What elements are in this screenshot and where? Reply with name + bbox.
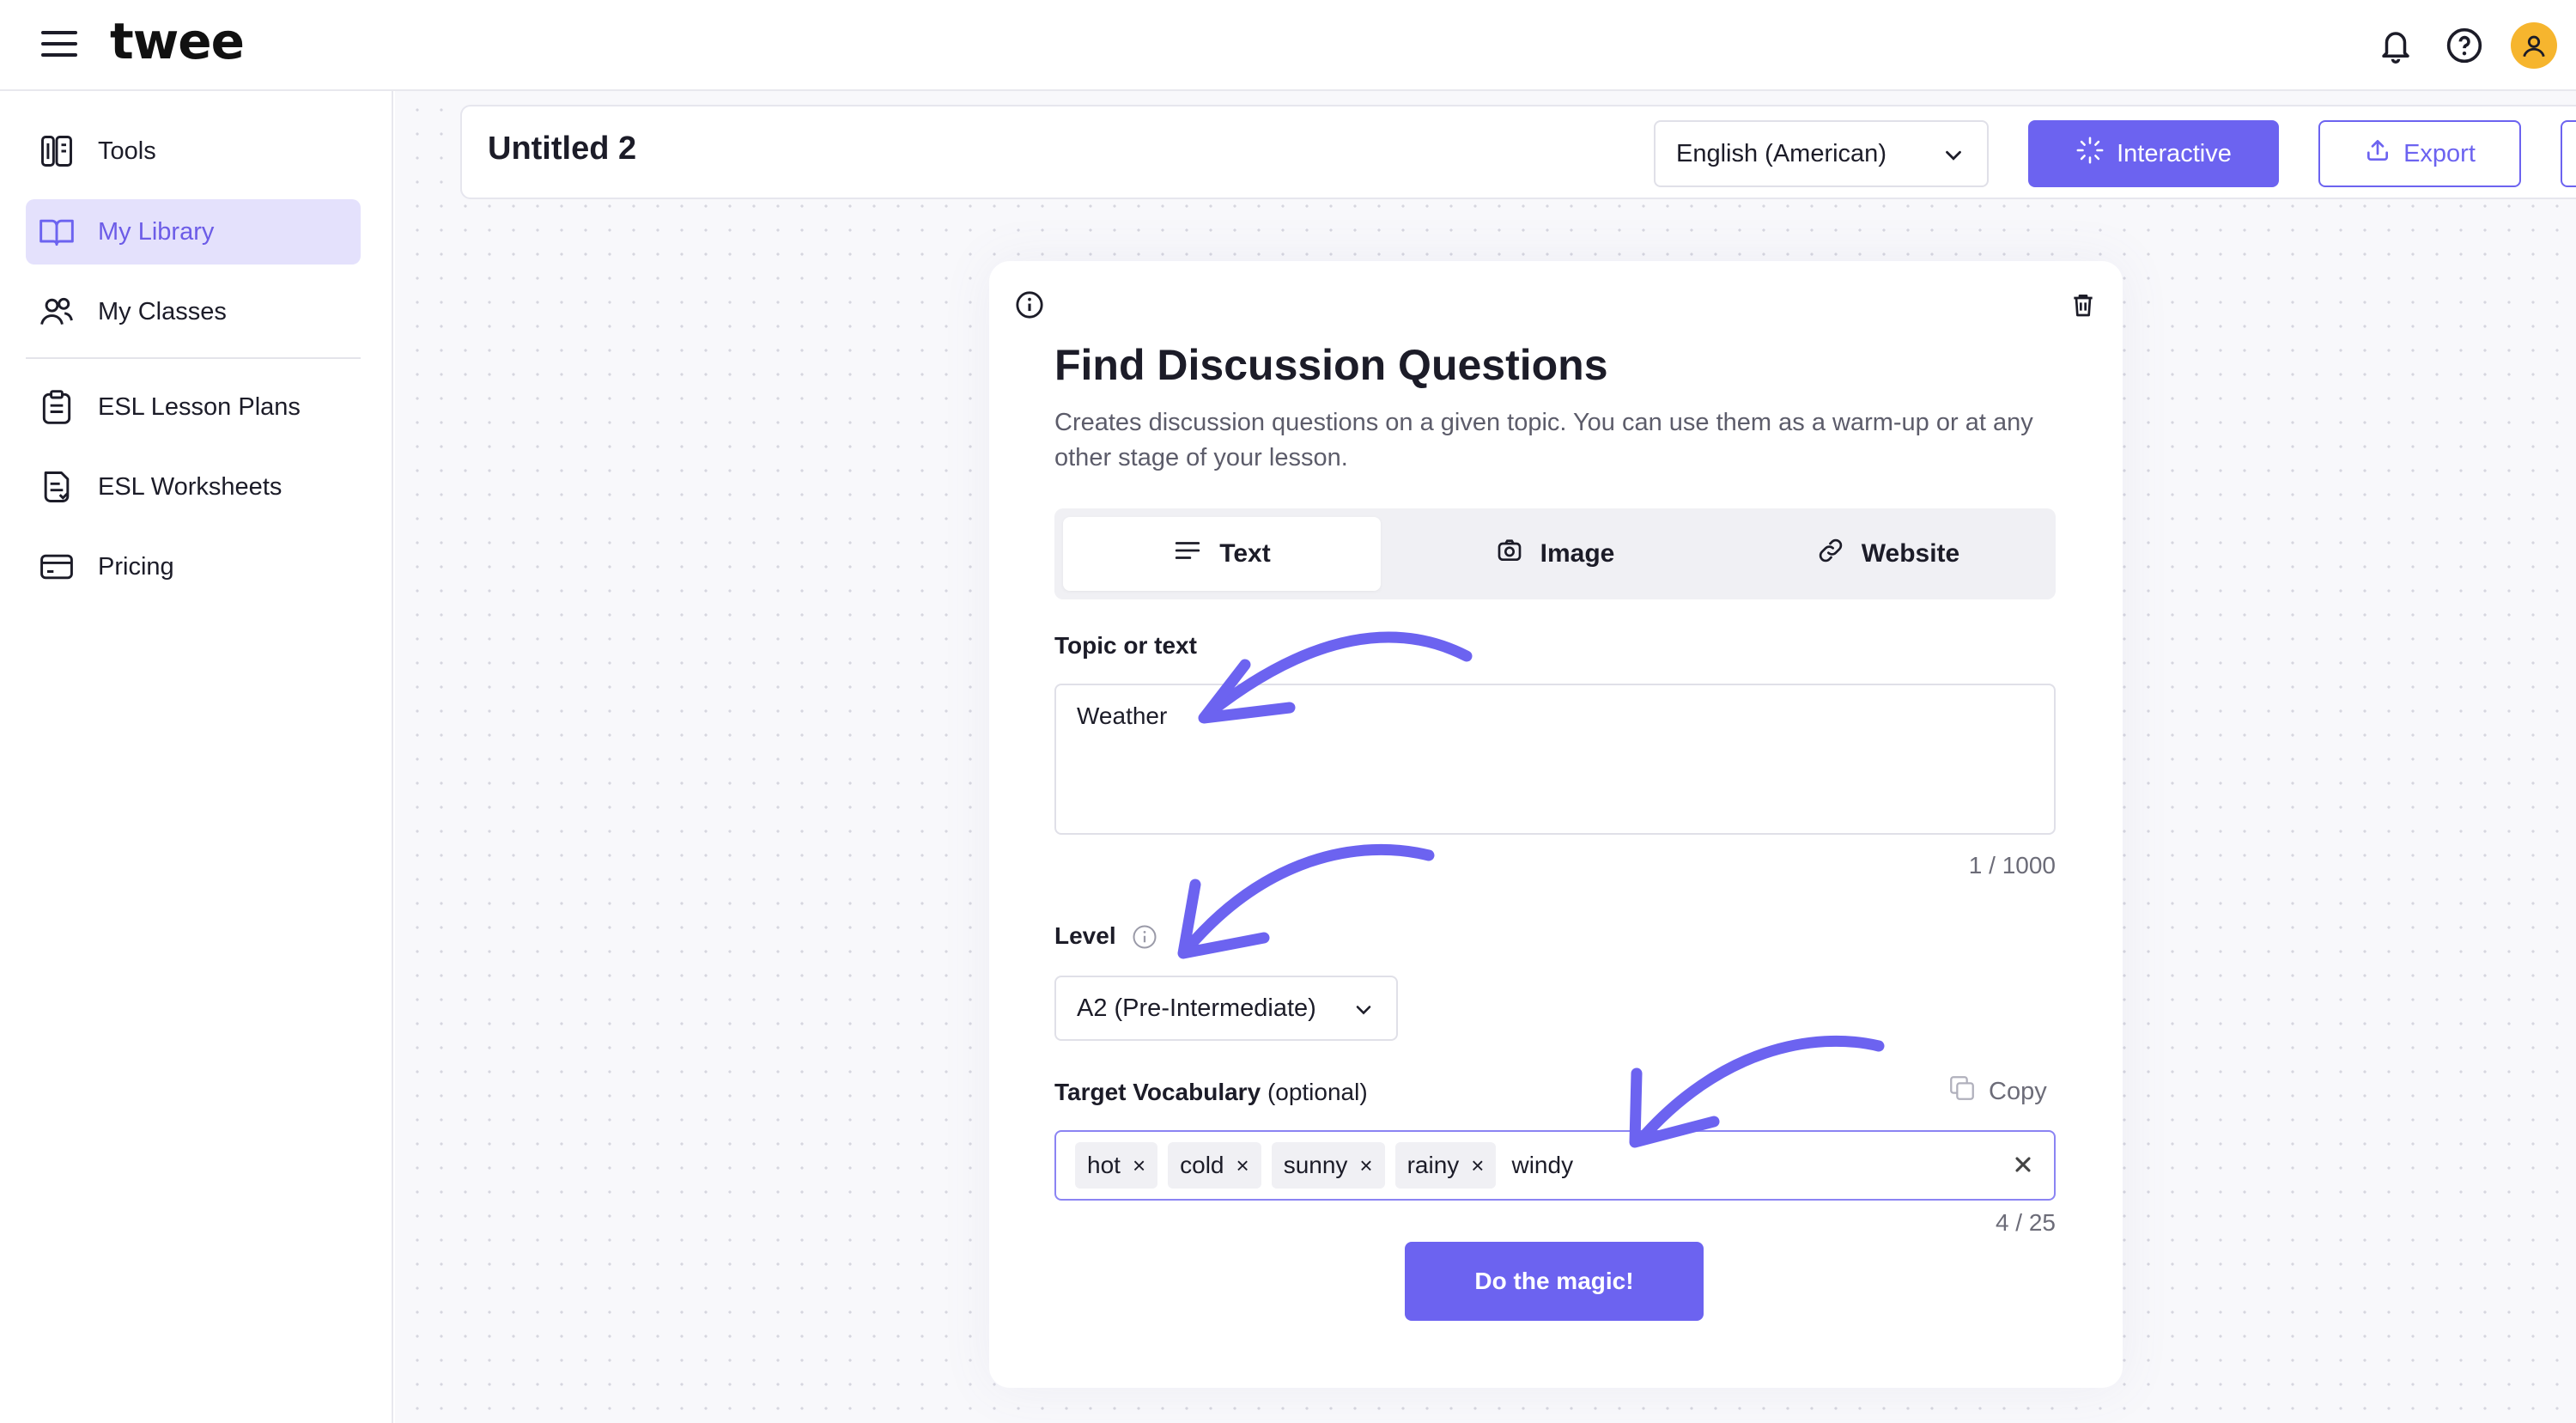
chip-label: cold [1180, 1152, 1224, 1178]
worksheet-icon [38, 468, 76, 506]
tab-label: Website [1861, 539, 1960, 568]
sidebar-item-esl-lesson-plans[interactable]: ESL Lesson Plans [26, 374, 361, 440]
language-select[interactable]: English (American) [1654, 120, 1989, 187]
interactive-button[interactable]: Interactive [2028, 120, 2279, 187]
more-button[interactable] [2561, 120, 2576, 187]
remove-chip-icon[interactable]: × [1471, 1152, 1484, 1179]
do-the-magic-button[interactable]: Do the magic! [1405, 1242, 1704, 1321]
lines-icon [1173, 538, 1202, 570]
level-select[interactable]: A2 (Pre-Intermediate) [1054, 976, 1398, 1041]
level-label-text: Level [1054, 922, 1116, 949]
vocab-optional: (optional) [1267, 1079, 1368, 1105]
sidebar-divider [26, 357, 361, 359]
tools-icon [38, 132, 76, 170]
document-header: Untitled 2 English (American) Interactiv… [460, 105, 2576, 199]
annotation-arrow-icon [1629, 1035, 1885, 1148]
clipboard-icon [38, 388, 76, 426]
info-icon[interactable] [1015, 290, 1044, 324]
card-icon [38, 548, 76, 586]
sidebar-item-my-library[interactable]: My Library [26, 199, 361, 265]
document-title[interactable]: Untitled 2 [488, 131, 636, 167]
sidebar-item-label: My Library [98, 217, 215, 246]
bell-icon[interactable] [2373, 23, 2418, 68]
chip-label: sunny [1283, 1152, 1348, 1178]
sidebar: Tools My Library My Classes ESL Lesson P… [0, 91, 393, 1423]
annotation-arrow-icon [1177, 843, 1435, 959]
vocab-text-input[interactable]: windy [1511, 1152, 1573, 1179]
remove-chip-icon[interactable]: × [1359, 1152, 1372, 1179]
clear-icon[interactable] [2011, 1152, 2035, 1181]
user-avatar-icon[interactable] [2511, 22, 2557, 69]
tab-website[interactable]: Website [1729, 517, 2047, 591]
vocab-label-text: Target Vocabulary [1054, 1079, 1261, 1105]
trash-icon[interactable] [2069, 290, 2097, 324]
topic-counter: 1 / 1000 [1968, 852, 2056, 879]
vocab-chip: rainy × [1394, 1142, 1497, 1189]
sidebar-item-esl-worksheets[interactable]: ESL Worksheets [26, 454, 361, 520]
vocab-chip: sunny × [1271, 1142, 1385, 1189]
app-logo[interactable]: twee [110, 12, 245, 70]
input-type-tabs: Text Image Website [1054, 508, 2056, 599]
level-info-icon[interactable] [1132, 924, 1157, 954]
remove-chip-icon[interactable]: × [1236, 1152, 1249, 1179]
card-description: Creates discussion questions on a given … [1054, 409, 2033, 471]
tab-text[interactable]: Text [1063, 517, 1381, 591]
link-icon [1817, 537, 1844, 571]
sidebar-item-label: Pricing [98, 552, 174, 581]
chip-label: rainy [1406, 1152, 1460, 1178]
remove-chip-icon[interactable]: × [1133, 1152, 1145, 1179]
users-icon [38, 293, 76, 331]
book-icon [38, 213, 76, 251]
chip-label: hot [1087, 1152, 1121, 1178]
sidebar-item-label: Tools [98, 137, 156, 165]
upload-icon [2364, 137, 2391, 171]
top-bar: twee [0, 0, 2576, 91]
copy-icon [1947, 1073, 1977, 1110]
chevron-down-icon [1941, 143, 1966, 175]
chevron-down-icon [1352, 998, 1376, 1029]
sidebar-item-label: ESL Lesson Plans [98, 392, 301, 421]
tool-card: Find Discussion Questions Creates discus… [989, 261, 2123, 1388]
vocab-counter: 4 / 25 [1995, 1209, 2056, 1236]
level-label: Level [1054, 922, 1116, 950]
export-label: Export [2403, 139, 2476, 167]
tab-label: Image [1540, 539, 1615, 568]
vocab-chip: cold × [1168, 1142, 1261, 1189]
language-value: English (American) [1676, 139, 1886, 167]
sidebar-item-label: My Classes [98, 297, 227, 325]
sparkle-icon [2075, 136, 2105, 172]
export-button[interactable]: Export [2318, 120, 2521, 187]
topic-label: Topic or text [1054, 632, 1197, 659]
copy-label: Copy [1989, 1077, 2047, 1105]
copy-button[interactable]: Copy [1947, 1073, 2047, 1110]
topic-value: Weather [1077, 702, 1168, 729]
interactive-label: Interactive [2117, 139, 2232, 167]
vocab-chip: hot × [1075, 1142, 1158, 1189]
menu-icon[interactable] [41, 31, 77, 58]
help-icon[interactable] [2442, 23, 2487, 68]
vocab-label: Target Vocabulary (optional) [1054, 1079, 1368, 1106]
annotation-arrow-icon [1198, 631, 1473, 724]
top-icons [2373, 22, 2557, 69]
vocab-input-box[interactable]: hot × cold × sunny × rainy × windy [1054, 1130, 2056, 1201]
sidebar-item-my-classes[interactable]: My Classes [26, 279, 361, 344]
tab-image[interactable]: Image [1396, 517, 1714, 591]
tab-label: Text [1219, 539, 1271, 568]
level-value: A2 (Pre-Intermediate) [1077, 994, 1316, 1022]
sidebar-item-pricing[interactable]: Pricing [26, 534, 361, 599]
card-title: Find Discussion Questions [1054, 341, 1608, 389]
camera-icon [1496, 537, 1523, 571]
sidebar-item-label: ESL Worksheets [98, 472, 283, 501]
sidebar-item-tools[interactable]: Tools [26, 119, 361, 184]
